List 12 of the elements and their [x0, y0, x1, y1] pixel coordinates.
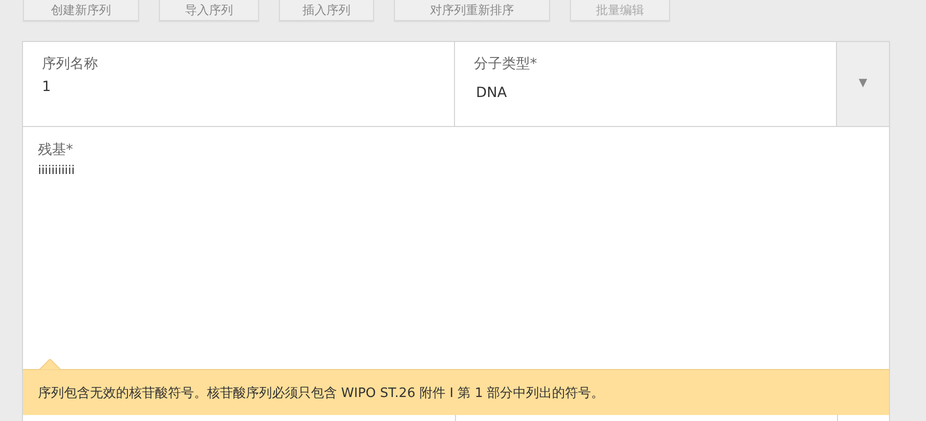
toolbar-button[interactable]: 创建新序列	[23, 0, 139, 21]
field-label: 残基*	[38, 141, 74, 159]
field-label: 分子类型*	[474, 55, 538, 73]
toolbar-button[interactable]: 插入序列	[279, 0, 374, 21]
dropdown-caret-icon: ▼	[858, 76, 868, 89]
molecule-type-select[interactable]: DNA	[476, 85, 817, 101]
toolbar-button[interactable]: 导入序列	[159, 0, 259, 21]
toolbar-button[interactable]: 对序列重新排序	[394, 0, 550, 21]
error-message: 序列包含无效的核苷酸符号。核苷酸序列必须只包含 WIPO ST.26 附件 I 第 1 部分中列出的符号。	[38, 384, 604, 402]
field-label: 序列名称	[42, 55, 99, 73]
sequence-name-field[interactable]: 1	[42, 79, 435, 95]
dropdown-button[interactable]: ▼	[836, 42, 889, 126]
